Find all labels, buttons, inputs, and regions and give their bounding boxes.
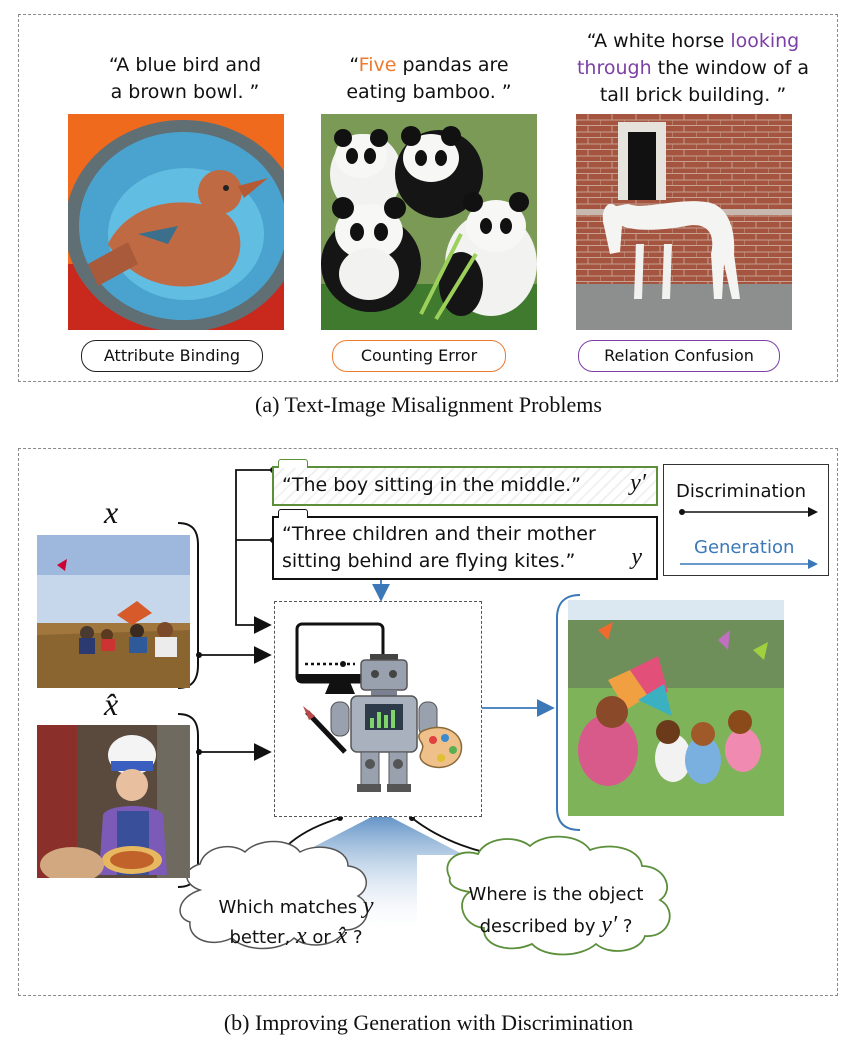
var-y: y — [631, 544, 642, 570]
cloud-left-text: Which matches y better, x or x̂ ? — [218, 893, 374, 949]
legend-box: Discrimination Generation — [663, 464, 829, 576]
prompt-y-prime-tab — [278, 459, 308, 468]
prompt-y-prime-text: “The boy sitting in the middle.” — [282, 474, 582, 496]
caption-b: (b) Improving Generation with Discrimina… — [223, 1010, 634, 1035]
cloud-right-text: Where is the object described by y′ ? — [468, 884, 644, 938]
model-box — [274, 601, 482, 817]
var-xhat-label: x̂ — [104, 686, 119, 722]
var-x-label: x — [104, 494, 119, 530]
legend-generation-arrow — [680, 559, 818, 569]
prompt-y-box: “Three children and their mother sitting… — [272, 509, 658, 580]
image-xhat-child-cooking — [37, 725, 190, 878]
generated-image-kids-kites — [568, 600, 784, 816]
var-y-prime: y′ — [630, 470, 646, 496]
cloud-var-y: y — [362, 893, 374, 919]
cloud-var-x: x — [296, 923, 307, 949]
robot-painter-icon — [295, 622, 463, 792]
prompt-y-text: “Three children and their mother sitting… — [282, 523, 596, 572]
cloud-var-y-prime: y′ — [601, 912, 618, 938]
legend-discrimination-arrow — [679, 507, 818, 517]
legend-discrimination-label: Discrimination — [676, 481, 806, 502]
prompt-y-tab — [278, 509, 308, 518]
cloud-var-xhat: x̂ — [336, 923, 348, 949]
image-x-kites-field — [37, 535, 190, 688]
prompt-y-prime-box: “The boy sitting in the middle.” y′ — [272, 459, 658, 506]
legend-generation-label: Generation — [694, 537, 795, 558]
